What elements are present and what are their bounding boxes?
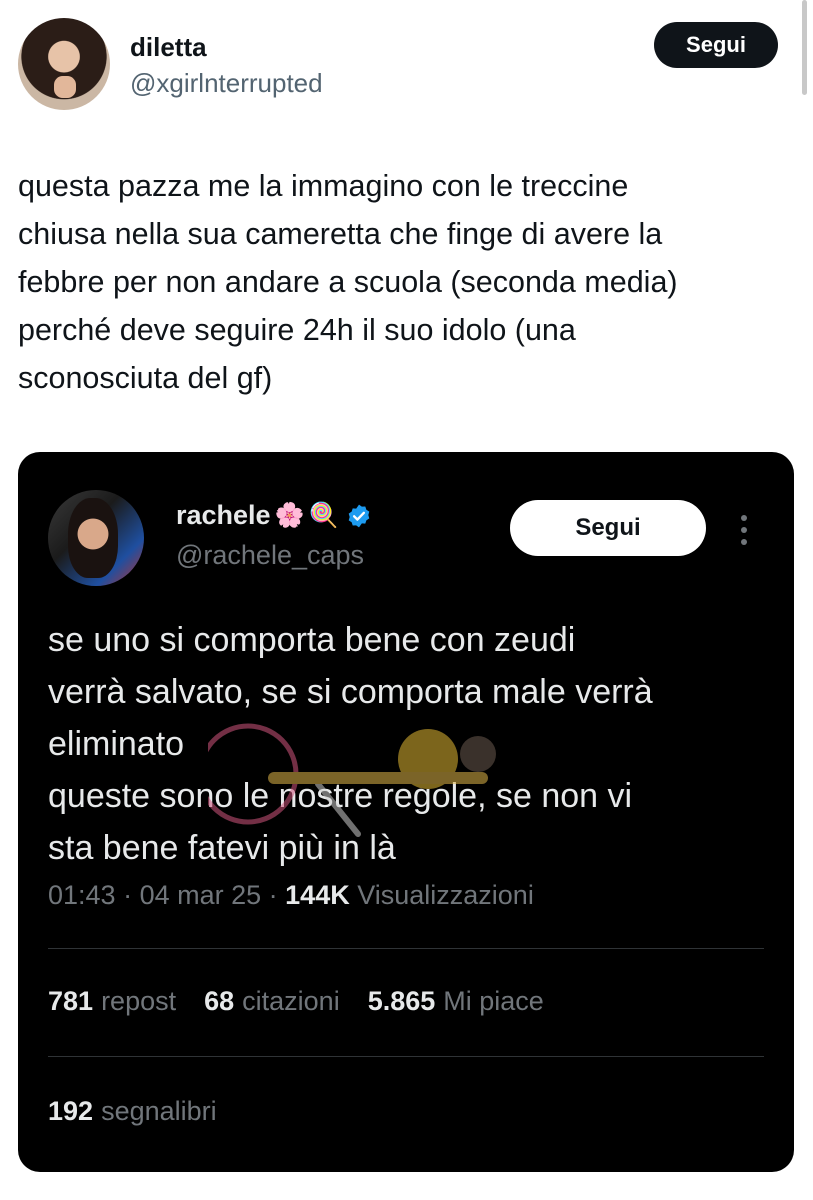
verified-badge-icon [349,504,370,527]
quotes-stat[interactable]: 68 citazioni [204,986,340,1017]
quotes-label: citazioni [242,986,340,1016]
tweet-meta-row: 01:43 · 04 mar 25 · 144K Visualizzazioni [48,880,534,911]
outer-handle[interactable]: @xgirlnterrupted [130,68,323,99]
quoted-handle[interactable]: @rachele_caps [176,540,364,571]
avatar-detail [54,76,76,98]
reposts-stat[interactable]: 781 repost [48,986,176,1017]
engagement-stats-row: 781 repost 68 citazioni 5.865 Mi piace [48,986,544,1017]
flower-emoji: 🌸 [274,501,305,529]
divider [48,1056,764,1057]
reposts-label: repost [101,986,177,1016]
avatar-detail [68,498,118,578]
outer-avatar[interactable] [18,18,110,110]
outer-tweet-header: diletta @xgirlnterrupted Segui [18,18,778,110]
views-label: Visualizzazioni [357,880,534,910]
likes-label: Mi piace [443,986,544,1016]
quoted-tweet-card[interactable]: rachele 🌸 🍭 @rachele_caps Segui se uno s… [18,452,794,1172]
lollipop-emoji: 🍭 [308,501,339,529]
quoted-tweet-text: se uno si comporta bene con zeudi verrà … [48,621,653,867]
meta-separator: · [115,880,140,910]
tweet-time[interactable]: 01:43 [48,880,116,910]
outer-tweet-text: questa pazza me la immagino con le trecc… [18,169,678,395]
screenshot-page: diletta @xgirlnterrupted Segui questa pa… [0,0,813,1200]
bookmarks-stat[interactable]: 192 segnalibri [48,1096,217,1127]
likes-count: 5.865 [367,986,436,1016]
divider [48,948,764,949]
likes-stat[interactable]: 5.865 Mi piace [368,986,544,1017]
meta-separator: · [261,880,286,910]
views-count: 144K [285,880,350,910]
quoted-name-row: rachele 🌸 🍭 [176,500,372,531]
quoted-display-name[interactable]: rachele [176,500,271,531]
outer-follow-button[interactable]: Segui [654,22,778,68]
reposts-count: 781 [48,986,94,1016]
quoted-avatar[interactable] [48,490,144,586]
scrollbar[interactable] [802,0,807,95]
more-options-icon[interactable] [734,512,754,548]
tweet-date[interactable]: 04 mar 25 [140,880,262,910]
bookmarks-count: 192 [48,1096,94,1126]
outer-display-name[interactable]: diletta [130,32,207,63]
bookmarks-label: segnalibri [101,1096,217,1126]
quotes-count: 68 [204,986,235,1016]
quoted-follow-button[interactable]: Segui [510,500,706,556]
